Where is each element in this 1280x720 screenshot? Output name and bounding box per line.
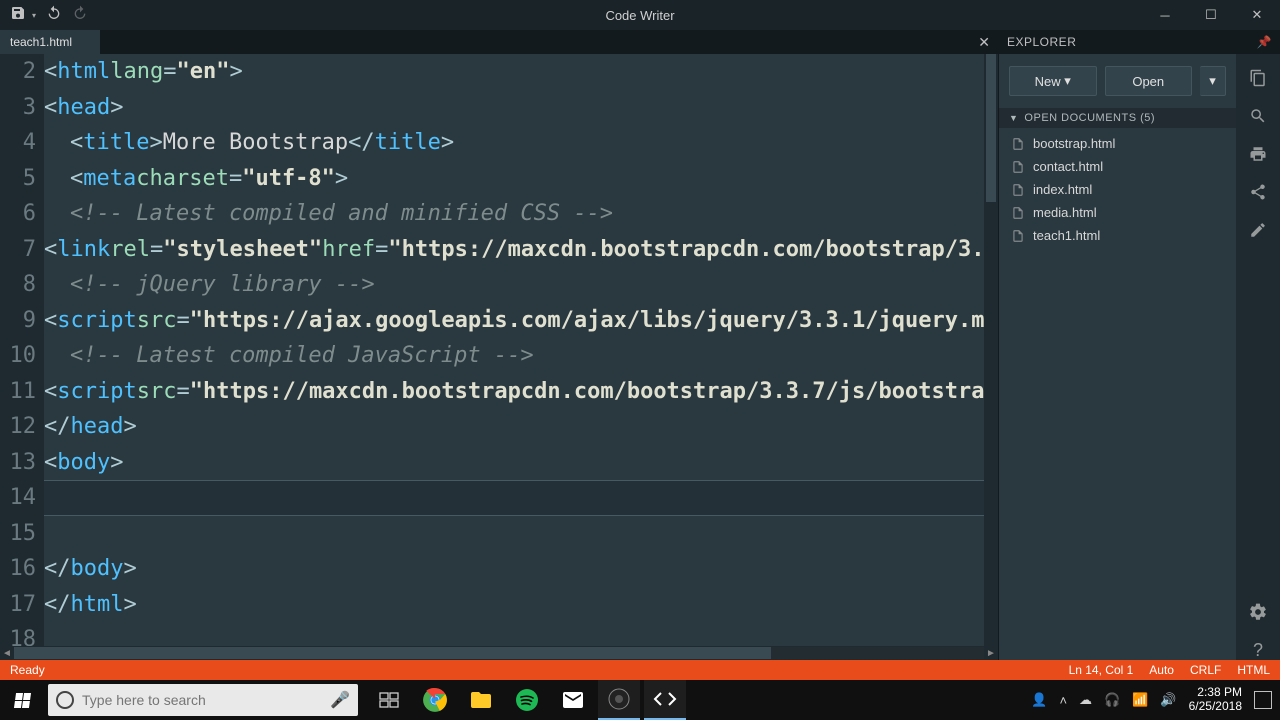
horizontal-scrollbar[interactable]: ◄ ► bbox=[0, 646, 998, 660]
undo-icon[interactable] bbox=[46, 5, 62, 26]
document-name: index.html bbox=[1033, 182, 1092, 197]
code-line[interactable]: <script src="https://ajax.googleapis.com… bbox=[44, 303, 984, 339]
file-icon bbox=[1011, 229, 1025, 243]
onedrive-icon[interactable]: ☁ bbox=[1079, 692, 1092, 708]
activity-bar: ? bbox=[1236, 54, 1280, 660]
chrome-icon[interactable] bbox=[414, 680, 456, 720]
people-icon[interactable]: 👤 bbox=[1031, 692, 1047, 708]
explorer-header: EXPLORER 📌 bbox=[998, 30, 1280, 54]
code-line[interactable]: </head> bbox=[44, 409, 984, 445]
system-tray: 👤 ˄ ☁ 🎧 📶 🔊 2:38 PM 6/25/2018 bbox=[1031, 686, 1280, 714]
status-position[interactable]: Ln 14, Col 1 bbox=[1069, 663, 1134, 677]
edit-icon[interactable] bbox=[1248, 220, 1268, 240]
save-icon[interactable] bbox=[10, 5, 26, 26]
help-icon[interactable]: ? bbox=[1248, 640, 1268, 660]
wifi-icon[interactable]: 📶 bbox=[1132, 692, 1148, 708]
clock-date: 6/25/2018 bbox=[1189, 700, 1242, 714]
app-title: Code Writer bbox=[605, 8, 674, 23]
open-button[interactable]: Open bbox=[1105, 66, 1193, 96]
document-item[interactable]: bootstrap.html bbox=[999, 132, 1236, 155]
taskbar: 🎤 👤 ˄ ☁ 🎧 📶 🔊 2:38 PM 6/25/2018 bbox=[0, 680, 1280, 720]
statusbar: Ready Ln 14, Col 1 Auto CRLF HTML bbox=[0, 660, 1280, 680]
code-line[interactable]: <!-- Latest compiled and minified CSS --… bbox=[44, 196, 984, 232]
vertical-scrollbar[interactable] bbox=[984, 54, 998, 646]
mail-icon[interactable] bbox=[552, 680, 594, 720]
document-item[interactable]: contact.html bbox=[999, 155, 1236, 178]
new-button[interactable]: New ▾ bbox=[1009, 66, 1097, 96]
code-line[interactable] bbox=[44, 480, 984, 516]
status-encoding[interactable]: Auto bbox=[1149, 663, 1174, 677]
maximize-button[interactable]: ☐ bbox=[1188, 0, 1234, 30]
code-line[interactable]: <!-- Latest compiled JavaScript --> bbox=[44, 338, 984, 374]
tab-close-icon[interactable]: ✕ bbox=[978, 34, 990, 51]
spotify-icon[interactable] bbox=[506, 680, 548, 720]
tab-label: teach1.html bbox=[10, 35, 72, 49]
tab-strip: teach1.html ✕ bbox=[0, 30, 998, 54]
file-icon bbox=[1011, 183, 1025, 197]
search-icon[interactable] bbox=[1248, 106, 1268, 126]
status-eol[interactable]: CRLF bbox=[1190, 663, 1221, 677]
open-dropdown-button[interactable]: ▾ bbox=[1200, 66, 1226, 96]
titlebar: ▾ Code Writer ─ ☐ ✕ bbox=[0, 0, 1280, 30]
code-line[interactable]: <html lang="en"> bbox=[44, 54, 984, 90]
task-view-icon[interactable] bbox=[368, 680, 410, 720]
document-item[interactable]: teach1.html bbox=[999, 224, 1236, 247]
save-dropdown-icon[interactable]: ▾ bbox=[32, 11, 36, 20]
file-icon bbox=[1011, 137, 1025, 151]
close-button[interactable]: ✕ bbox=[1234, 0, 1280, 30]
side-panel: New ▾ Open ▾ ▼ OPEN DOCUMENTS (5) bootst… bbox=[998, 54, 1280, 660]
file-icon bbox=[1011, 160, 1025, 174]
print-icon[interactable] bbox=[1248, 144, 1268, 164]
code-line[interactable]: <meta charset="utf-8"> bbox=[44, 161, 984, 197]
document-name: teach1.html bbox=[1033, 228, 1100, 243]
document-name: contact.html bbox=[1033, 159, 1103, 174]
code-writer-icon[interactable] bbox=[644, 680, 686, 720]
start-button[interactable] bbox=[0, 680, 44, 720]
tray-chevron-icon[interactable]: ˄ bbox=[1059, 693, 1067, 708]
status-language[interactable]: HTML bbox=[1237, 663, 1270, 677]
document-name: bootstrap.html bbox=[1033, 136, 1115, 151]
explorer-title: EXPLORER bbox=[1007, 35, 1076, 49]
document-list: bootstrap.html contact.html index.html medi… bbox=[999, 128, 1236, 251]
open-documents-header[interactable]: ▼ OPEN DOCUMENTS (5) bbox=[999, 108, 1236, 128]
document-item[interactable]: index.html bbox=[999, 178, 1236, 201]
code-line[interactable] bbox=[44, 622, 984, 646]
redo-icon[interactable] bbox=[72, 5, 88, 26]
share-icon[interactable] bbox=[1248, 182, 1268, 202]
code-line[interactable]: <head> bbox=[44, 90, 984, 126]
collapse-icon: ▼ bbox=[1009, 113, 1018, 123]
code-line[interactable] bbox=[44, 516, 984, 552]
file-icon bbox=[1011, 206, 1025, 220]
document-item[interactable]: media.html bbox=[999, 201, 1236, 224]
document-name: media.html bbox=[1033, 205, 1097, 220]
code-content[interactable]: <html lang="en"><head><title>More Bootst… bbox=[44, 54, 984, 646]
pin-icon[interactable]: 📌 bbox=[1257, 35, 1272, 49]
code-line[interactable]: <!-- jQuery library --> bbox=[44, 267, 984, 303]
minimize-button[interactable]: ─ bbox=[1142, 0, 1188, 30]
open-documents-label: OPEN DOCUMENTS (5) bbox=[1024, 112, 1155, 124]
code-editor[interactable]: 23456789101112131415161718 <html lang="e… bbox=[0, 54, 998, 646]
code-line[interactable]: </body> bbox=[44, 551, 984, 587]
taskbar-search[interactable]: 🎤 bbox=[48, 684, 358, 716]
volume-icon[interactable]: 🔊 bbox=[1160, 692, 1176, 708]
tab-active[interactable]: teach1.html bbox=[0, 30, 100, 54]
cortana-icon bbox=[56, 691, 74, 709]
code-line[interactable]: <title>More Bootstrap</title> bbox=[44, 125, 984, 161]
headphones-icon[interactable]: 🎧 bbox=[1104, 692, 1120, 708]
code-line[interactable]: <body> bbox=[44, 445, 984, 481]
clock[interactable]: 2:38 PM 6/25/2018 bbox=[1189, 686, 1242, 714]
line-gutter: 23456789101112131415161718 bbox=[0, 54, 44, 646]
settings-icon[interactable] bbox=[1248, 602, 1268, 622]
code-line[interactable]: <link rel="stylesheet" href="https://max… bbox=[44, 232, 984, 268]
obs-icon[interactable] bbox=[598, 680, 640, 720]
notifications-icon[interactable] bbox=[1254, 691, 1272, 709]
status-ready: Ready bbox=[10, 663, 45, 677]
code-line[interactable]: </html> bbox=[44, 587, 984, 623]
documents-icon[interactable] bbox=[1248, 68, 1268, 88]
clock-time: 2:38 PM bbox=[1189, 686, 1242, 700]
file-explorer-icon[interactable] bbox=[460, 680, 502, 720]
mic-icon[interactable]: 🎤 bbox=[330, 690, 350, 710]
code-line[interactable]: <script src="https://maxcdn.bootstrapcdn… bbox=[44, 374, 984, 410]
search-input[interactable] bbox=[82, 692, 322, 708]
